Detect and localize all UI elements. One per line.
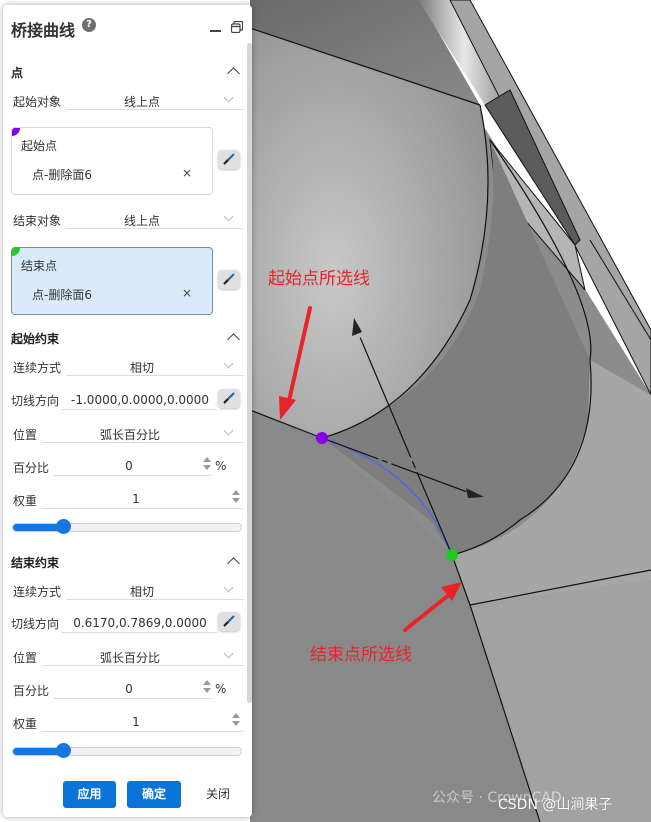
picker-icon — [223, 153, 235, 165]
end-weight-spinner[interactable] — [232, 713, 240, 727]
chevron-down-icon — [223, 582, 234, 593]
end-line-annotation: 结束点所选线 — [310, 645, 412, 665]
start-point-selector[interactable]: 起始点 点-删除面6 × — [11, 127, 213, 195]
start-percent-unit: % — [215, 459, 227, 473]
picker-icon — [223, 392, 235, 404]
start-point-color-marker — [12, 128, 20, 136]
field-underline — [42, 731, 244, 732]
remove-end-point-button[interactable]: × — [182, 286, 192, 300]
field-underline — [66, 228, 244, 229]
end-tangent-label: 切线方向 — [11, 617, 60, 631]
end-point-title: 结束点 — [21, 259, 58, 273]
start-position-label: 位置 — [13, 428, 38, 442]
field-underline — [66, 599, 244, 600]
start-tangent-label: 切线方向 — [11, 394, 60, 408]
chevron-down-icon — [223, 211, 234, 222]
field-underline — [66, 375, 244, 376]
start-point-marker — [316, 432, 328, 444]
pick-end-point-button[interactable] — [218, 270, 240, 289]
start-point-title: 起始点 — [21, 139, 58, 153]
section-end-constraint-heading: 结束约束 — [11, 556, 60, 570]
slider-knob[interactable] — [56, 519, 71, 534]
section-point-heading: 点 — [11, 66, 24, 80]
close-button[interactable]: 关闭 — [206, 781, 230, 808]
end-percent-value: 0 — [125, 682, 133, 696]
end-percent-unit: % — [215, 682, 227, 696]
start-line-annotation: 起始点所选线 — [268, 269, 370, 289]
start-percent-spinner[interactable] — [203, 457, 211, 471]
picker-icon — [223, 273, 235, 285]
help-icon[interactable]: ? — [82, 18, 96, 32]
collapse-end-constraint-icon[interactable] — [227, 557, 240, 570]
start-weight-value: 1 — [132, 492, 140, 506]
pick-start-point-button[interactable] — [218, 150, 240, 169]
start-weight-slider[interactable] — [12, 519, 242, 534]
field-underline — [54, 475, 212, 476]
pick-start-tangent-button[interactable] — [218, 389, 240, 408]
start-weight-spinner[interactable] — [232, 490, 240, 504]
ok-button[interactable]: 确定 — [127, 781, 181, 808]
collapse-start-constraint-icon[interactable] — [227, 333, 240, 346]
section-start-constraint-heading: 起始约束 — [11, 332, 60, 346]
chevron-down-icon — [223, 358, 234, 369]
restore-icon[interactable] — [231, 21, 243, 33]
chevron-down-icon — [223, 92, 234, 103]
start-percent-label: 百分比 — [13, 461, 50, 475]
field-underline — [42, 442, 244, 443]
start-percent-value: 0 — [125, 459, 133, 473]
end-percent-spinner[interactable] — [203, 680, 211, 694]
start-object-label: 起始对象 — [13, 95, 62, 109]
end-point-item: 点-删除面6 — [32, 288, 92, 302]
start-position-value: 弧长百分比 — [99, 428, 160, 442]
end-tangent-value: 0.6170,0.7869,0.0000 — [73, 616, 207, 630]
end-point-color-marker — [12, 248, 20, 256]
field-underline — [42, 508, 244, 509]
bridge-curve-panel: 桥接曲线 ? 点 起始对象 线上点 起始点 点-删除面6 × 结束对象 线上点 … — [3, 5, 252, 817]
collapse-point-icon[interactable] — [227, 67, 240, 80]
end-continuity-value: 相切 — [129, 585, 154, 599]
scrollbar[interactable] — [247, 43, 252, 703]
picker-icon — [223, 615, 235, 627]
csdn-watermark: CSDN @山涧果子 — [498, 797, 613, 813]
end-position-label: 位置 — [13, 651, 38, 665]
field-underline — [66, 109, 244, 110]
pick-end-tangent-button[interactable] — [218, 612, 240, 631]
slider-knob[interactable] — [56, 743, 71, 758]
end-object-label: 结束对象 — [13, 214, 62, 228]
start-continuity-label: 连续方式 — [13, 361, 62, 375]
field-underline — [62, 632, 217, 633]
end-point-selector[interactable]: 结束点 点-删除面6 × — [11, 247, 213, 315]
start-continuity-value: 相切 — [129, 361, 154, 375]
panel-title: 桥接曲线 — [11, 21, 76, 40]
end-percent-label: 百分比 — [13, 684, 50, 698]
remove-start-point-button[interactable]: × — [182, 166, 192, 180]
end-weight-label: 权重 — [13, 717, 38, 731]
end-weight-value: 1 — [132, 715, 140, 729]
end-object-value: 线上点 — [123, 214, 160, 228]
start-point-item: 点-删除面6 — [32, 168, 92, 182]
start-tangent-value: -1.0000,0.0000,0.0000 — [71, 393, 209, 407]
end-position-value: 弧长百分比 — [99, 651, 160, 665]
apply-button[interactable]: 应用 — [63, 781, 116, 808]
minimize-icon[interactable] — [210, 30, 221, 32]
field-underline — [62, 409, 217, 410]
end-continuity-label: 连续方式 — [13, 585, 62, 599]
start-object-value: 线上点 — [123, 95, 160, 109]
end-point-marker — [446, 549, 458, 561]
field-underline — [42, 665, 244, 666]
end-weight-slider[interactable] — [12, 743, 242, 758]
field-underline — [54, 698, 212, 699]
chevron-down-icon — [223, 425, 234, 436]
start-weight-label: 权重 — [13, 494, 38, 508]
chevron-down-icon — [223, 648, 234, 659]
